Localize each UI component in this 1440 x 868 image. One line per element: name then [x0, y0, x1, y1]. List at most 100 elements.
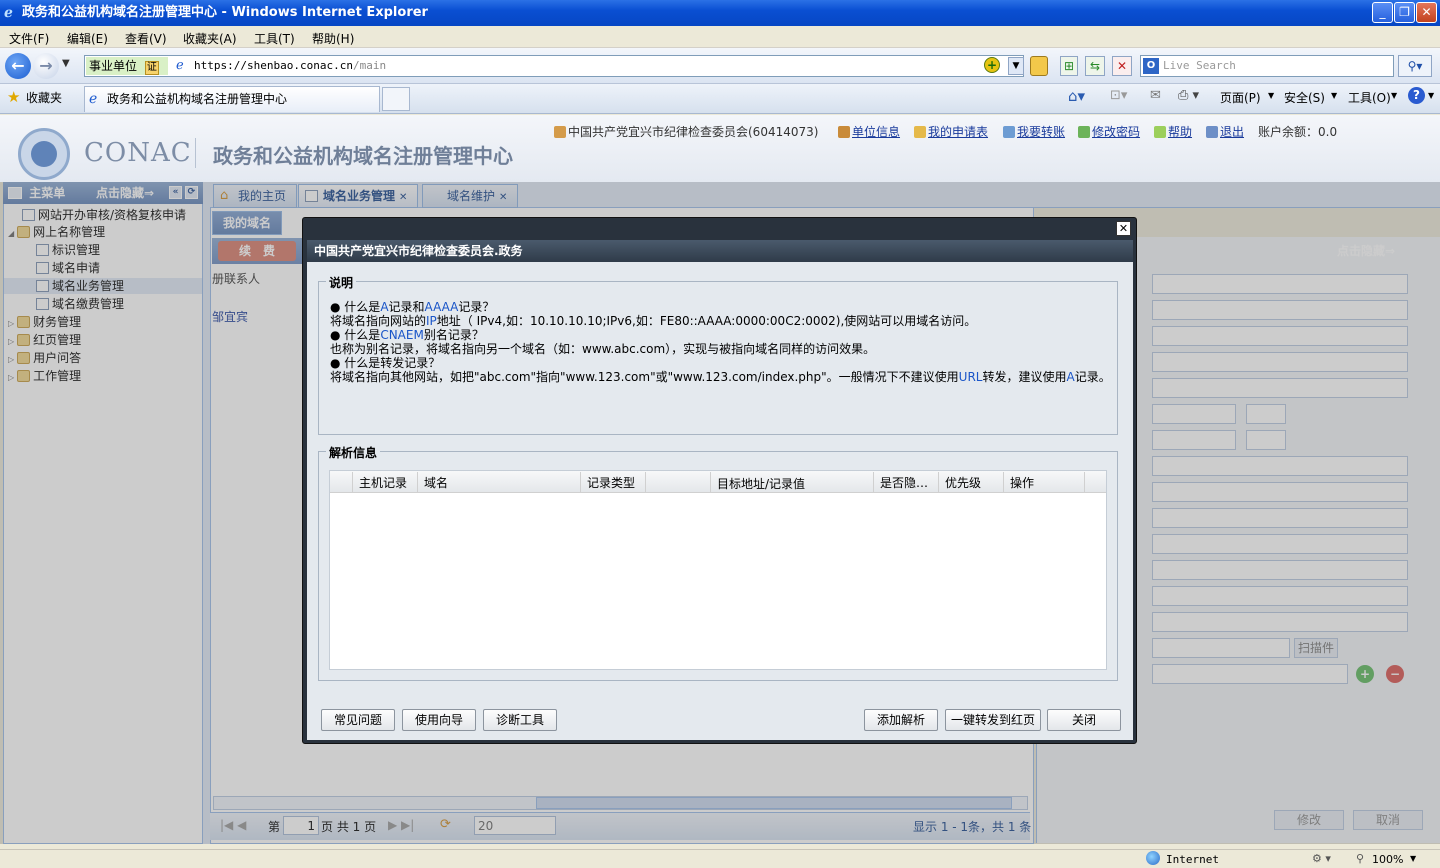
compatibility-icon[interactable]: +	[984, 57, 1000, 73]
search-input[interactable]: Live Search	[1140, 55, 1394, 77]
col-hidden[interactable]: 是否隐…	[880, 474, 928, 491]
explain-line-2: 将域名指向网站的IP地址（ IPv4,如：10.10.10.10;IPv6,如：…	[330, 314, 976, 328]
explain-text: 将域名指向网站的	[330, 314, 427, 328]
close-window-button[interactable]: ✕	[1416, 2, 1437, 23]
forward-to-redpage-button[interactable]: 一键转发到红页	[945, 709, 1041, 731]
close-dialog-button[interactable]: 关闭	[1047, 709, 1121, 731]
bullet: ●	[330, 300, 345, 314]
diagnose-button[interactable]: 诊断工具	[483, 709, 557, 731]
explain-line-5: ● 什么是转发记录？	[330, 356, 440, 370]
window-title-bar: ℯ 政务和公益机构域名注册管理中心 - Windows Internet Exp…	[0, 0, 1440, 26]
page-menu-arrow-icon: ▼	[1268, 91, 1275, 100]
menu-view[interactable]: 查看(V)	[125, 30, 167, 47]
home-icon[interactable]: ⌂▾	[1068, 87, 1085, 105]
menu-tools[interactable]: 工具(T)	[254, 30, 295, 47]
logout-icon	[1206, 126, 1218, 138]
menu-help[interactable]: 帮助(H)	[312, 30, 354, 47]
back-button[interactable]: ←	[5, 53, 31, 79]
history-dropdown-icon[interactable]: ▼	[62, 58, 70, 69]
records-legend: 解析信息	[326, 444, 381, 461]
col-target[interactable]: 目标地址/记录值	[717, 475, 805, 492]
safety-menu-arrow-icon: ▼	[1331, 91, 1338, 100]
col-host-record[interactable]: 主机记录	[359, 474, 407, 491]
system-name: 政务和公益机构域名注册管理中心	[213, 144, 513, 168]
dialog-close-icon[interactable]: ✕	[1116, 221, 1131, 236]
logout-link[interactable]: 退出	[1206, 123, 1244, 140]
browser-tab[interactable]: ℯ 政务和公益机构域名注册管理中心	[84, 86, 380, 112]
help-link[interactable]: 帮助	[1154, 123, 1192, 140]
forward-button[interactable]: →	[33, 53, 59, 79]
explain-text: 将域名指向其他网站，如把"abc.com"指向"www.123.com"或"ww…	[330, 370, 959, 384]
explain-line-4: 也称为别名记录，将域名指向另一个域名（如：www.abc.com），实现与被指向…	[330, 342, 875, 356]
lock-icon[interactable]	[1030, 56, 1048, 76]
print-icon[interactable]: ⎙ ▾	[1178, 88, 1199, 103]
unit-icon	[838, 126, 850, 138]
zoom-dropdown-icon[interactable]: ▼	[1410, 854, 1416, 863]
dns-records-grid	[329, 470, 1107, 670]
url-path: /main	[352, 59, 387, 72]
address-dropdown-icon[interactable]: ▼	[1008, 57, 1024, 75]
explain-line-6: 将域名指向其他网站，如把"abc.com"指向"www.123.com"或"ww…	[330, 370, 1111, 384]
unit-info-label: 单位信息	[852, 125, 901, 139]
explain-keyword: A	[380, 300, 389, 314]
search-go-button[interactable]: ⚲▾	[1398, 55, 1432, 77]
conac-logo	[18, 128, 70, 180]
security-zone: Internet	[1166, 853, 1219, 866]
logout-label: 退出	[1220, 125, 1245, 139]
transfer-link[interactable]: 我要转账	[1003, 123, 1065, 140]
col-actions[interactable]: 操作	[1010, 474, 1034, 491]
explain-keyword: IP	[426, 314, 437, 328]
favorites-star-icon[interactable]: ★	[7, 88, 20, 106]
menu-file[interactable]: 文件(F)	[9, 30, 49, 47]
refresh-icon[interactable]: ⇆	[1085, 56, 1105, 76]
ie-logo-icon: ℯ	[4, 5, 13, 21]
stop-icon[interactable]: ✕	[1112, 56, 1132, 76]
protected-mode-icon[interactable]: ⚙ ▾	[1312, 852, 1331, 865]
tab-ie-icon: ℯ	[89, 91, 98, 107]
col-domain[interactable]: 域名	[424, 474, 448, 491]
explain-keyword: CNAEM	[380, 328, 424, 342]
url-host: shenbao.conac.cn	[246, 59, 353, 72]
add-record-button[interactable]: 添加解析	[864, 709, 938, 731]
unit-info-link[interactable]: 单位信息	[838, 123, 900, 140]
rss-feed-icon[interactable]: ⊞	[1060, 56, 1078, 76]
faq-button[interactable]: 常见问题	[321, 709, 395, 731]
menu-favorites[interactable]: 收藏夹(A)	[183, 30, 237, 47]
pencil-icon	[914, 126, 926, 138]
change-password-link[interactable]: 修改密码	[1078, 123, 1140, 140]
help-icon[interactable]: ?	[1408, 87, 1425, 104]
minimize-button[interactable]: _	[1372, 2, 1393, 23]
brand-text: CONAC	[84, 138, 192, 168]
col-priority[interactable]: 优先级	[945, 474, 981, 491]
column-divider	[1084, 472, 1085, 492]
transfer-icon	[1003, 126, 1015, 138]
column-divider	[710, 472, 711, 492]
favorites-button[interactable]: 收藏夹	[26, 89, 62, 106]
explain-keyword: URL	[958, 370, 983, 384]
dialog-title: 中国共产党宜兴市纪律检查委员会.政务	[307, 240, 1133, 262]
page-icon: ℯ	[176, 58, 184, 73]
my-applications-link[interactable]: 我的申请表	[914, 123, 988, 140]
certificate-badge[interactable]: 事业单位 证	[86, 57, 168, 75]
explain-line-3: ● 什么是CNAEM别名记录？	[330, 328, 484, 342]
page-menu[interactable]: 页面(P)	[1220, 89, 1261, 106]
tools-menu[interactable]: 工具(O)	[1348, 89, 1391, 106]
maximize-button[interactable]: ❐	[1394, 2, 1415, 23]
user-icon	[554, 126, 566, 138]
explain-legend: 说明	[326, 274, 357, 291]
explain-keyword: AAAA	[424, 300, 459, 314]
zoom-level[interactable]: 100%	[1372, 853, 1403, 866]
status-bar	[0, 849, 1440, 868]
feeds-icon[interactable]: ⊡▾	[1110, 88, 1127, 103]
new-tab-button[interactable]	[382, 87, 410, 111]
current-user: 中国共产党宜兴市纪律检查委员会(60414073)	[554, 123, 818, 140]
my-applications-label: 我的申请表	[928, 125, 989, 139]
zoom-icon: ⚲	[1356, 852, 1365, 865]
guide-button[interactable]: 使用向导	[402, 709, 476, 731]
safety-menu[interactable]: 安全(S)	[1284, 89, 1325, 106]
menu-edit[interactable]: 编辑(E)	[67, 30, 108, 47]
mail-icon[interactable]: ✉	[1150, 88, 1161, 103]
explain-text: 记录？	[458, 300, 495, 314]
bullet: ●	[330, 328, 345, 342]
col-record-type[interactable]: 记录类型	[587, 474, 635, 491]
